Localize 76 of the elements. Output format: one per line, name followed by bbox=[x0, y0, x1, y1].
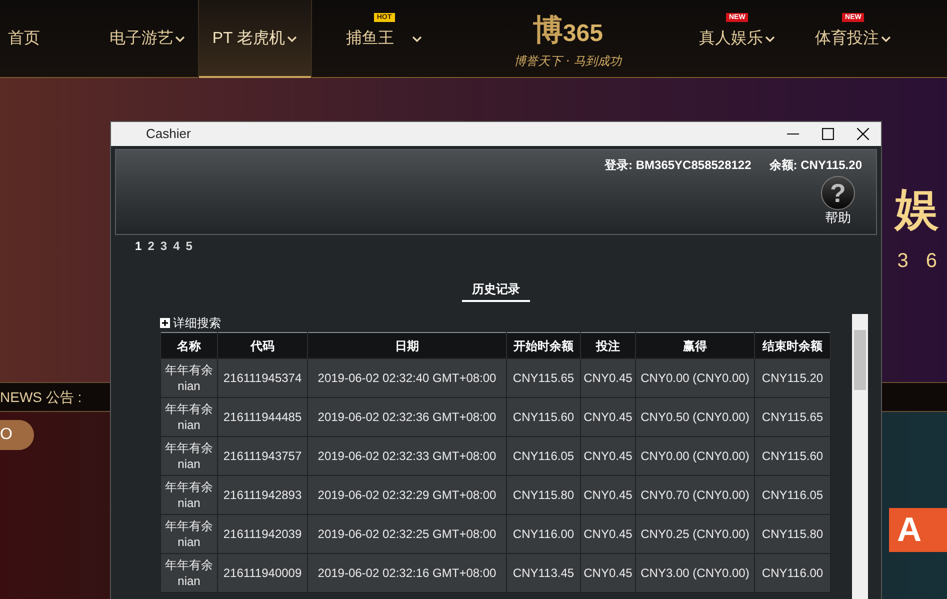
table-cell: 年年有余 nian bbox=[160, 514, 218, 554]
table-cell: 216111942893 bbox=[218, 476, 308, 514]
table-cell: CNY3.00 (CNY0.00) bbox=[636, 554, 754, 592]
table-cell: CNY115.80 bbox=[506, 476, 580, 514]
table-cell: CNY116.00 bbox=[754, 554, 830, 592]
table-cell: 2019-06-02 02:32:36 GMT+08:00 bbox=[308, 398, 506, 436]
scrollbar-thumb[interactable] bbox=[854, 330, 866, 390]
table-cell: 216111944485 bbox=[218, 398, 308, 436]
table-cell: 2019-06-02 02:32:33 GMT+08:00 bbox=[308, 436, 506, 476]
table-cell: 年年有余 nian bbox=[160, 554, 218, 592]
banner-headline: 娱 bbox=[895, 188, 939, 232]
table-cell: CNY0.25 (CNY0.00) bbox=[636, 514, 754, 554]
table-cell: CNY115.60 bbox=[754, 436, 830, 476]
table-cell: CNY0.70 (CNY0.00) bbox=[636, 476, 754, 514]
table-cell: CNY0.45 bbox=[580, 358, 636, 398]
table-cell: 2019-06-02 02:32:16 GMT+08:00 bbox=[308, 554, 506, 592]
page-link[interactable]: 5 bbox=[186, 237, 192, 255]
advanced-search-link[interactable]: 详细搜索 bbox=[173, 314, 221, 332]
logo-mark: 博 bbox=[532, 16, 563, 46]
news-label: NEWS 公告 : bbox=[0, 388, 82, 406]
table-cell: CNY113.45 bbox=[506, 554, 580, 592]
table-cell: CNY0.45 bbox=[580, 436, 636, 476]
table-cell: 216111942039 bbox=[218, 514, 308, 554]
table-cell: 年年有余 nian bbox=[160, 476, 218, 514]
login-id: 登录: BM365YC858528122 bbox=[604, 157, 752, 174]
nav-tab[interactable]: PT 老虎机 bbox=[198, 0, 312, 78]
go-button[interactable]: O bbox=[0, 420, 34, 450]
column-header: 投注 bbox=[580, 332, 636, 358]
table-cell: 216111945374 bbox=[218, 358, 308, 398]
page-link[interactable]: 2 bbox=[148, 237, 154, 255]
table-cell: 216111943757 bbox=[218, 436, 308, 476]
window-title: Cashier bbox=[146, 125, 191, 144]
banner-subline: 3 6 bbox=[897, 249, 943, 274]
help-label[interactable]: 帮助 bbox=[825, 210, 851, 225]
maximize-icon[interactable] bbox=[822, 128, 834, 140]
page-link[interactable]: 1 bbox=[135, 237, 142, 255]
tab[interactable]: 历史记录 bbox=[462, 280, 530, 302]
table-cell: CNY0.45 bbox=[580, 554, 636, 592]
page-link[interactable]: 4 bbox=[173, 237, 180, 255]
plus-box-icon[interactable] bbox=[160, 318, 170, 328]
nav-tab[interactable]: 电子游艺 bbox=[96, 0, 198, 78]
table-cell: CNY115.20 bbox=[754, 358, 830, 398]
table-cell: CNY0.45 bbox=[580, 476, 636, 514]
column-header: 名称 bbox=[160, 332, 218, 358]
logo-number: 365 bbox=[562, 22, 603, 46]
table-cell: CNY115.80 bbox=[754, 514, 830, 554]
balance: 余额: CNY115.20 bbox=[769, 157, 862, 174]
page-link[interactable]: 3 bbox=[160, 237, 168, 255]
close-icon[interactable] bbox=[857, 128, 869, 140]
column-header: 结束时余额 bbox=[754, 332, 830, 358]
table-cell: CNY116.00 bbox=[506, 514, 580, 554]
table-cell: 年年有余 nian bbox=[160, 358, 218, 398]
column-header: 开始时余额 bbox=[506, 332, 580, 358]
table-cell: CNY0.50 (CNY0.00) bbox=[636, 398, 754, 436]
table-cell: 2019-06-02 02:32:29 GMT+08:00 bbox=[308, 476, 506, 514]
table-cell: 2019-06-02 02:32:40 GMT+08:00 bbox=[308, 358, 506, 398]
column-header: 赢得 bbox=[636, 332, 754, 358]
table-cell: 年年有余 nian bbox=[160, 436, 218, 476]
table-cell: CNY115.60 bbox=[506, 398, 580, 436]
table-cell: CNY0.00 (CNY0.00) bbox=[636, 436, 754, 476]
table-cell: 2019-06-02 02:32:25 GMT+08:00 bbox=[308, 514, 506, 554]
column-header: 代码 bbox=[218, 332, 308, 358]
table-cell: CNY0.00 (CNY0.00) bbox=[636, 358, 754, 398]
table-cell: CNY115.65 bbox=[754, 398, 830, 436]
partner-logo: A bbox=[889, 508, 947, 552]
table-cell: CNY0.45 bbox=[580, 514, 636, 554]
table-cell: CNY116.05 bbox=[506, 436, 580, 476]
nav-tab[interactable]: 首页 bbox=[0, 0, 97, 78]
logo-tagline: 博誉天下 · 马到成功 bbox=[514, 52, 622, 70]
table-cell: CNY0.45 bbox=[580, 398, 636, 436]
help-icon[interactable]: ? bbox=[821, 176, 855, 210]
table-cell: CNY116.05 bbox=[754, 476, 830, 514]
table-cell: 年年有余 nian bbox=[160, 398, 218, 436]
table-cell: 216111940009 bbox=[218, 554, 308, 592]
table-cell: CNY115.65 bbox=[506, 358, 580, 398]
column-header: 日期 bbox=[308, 332, 506, 358]
